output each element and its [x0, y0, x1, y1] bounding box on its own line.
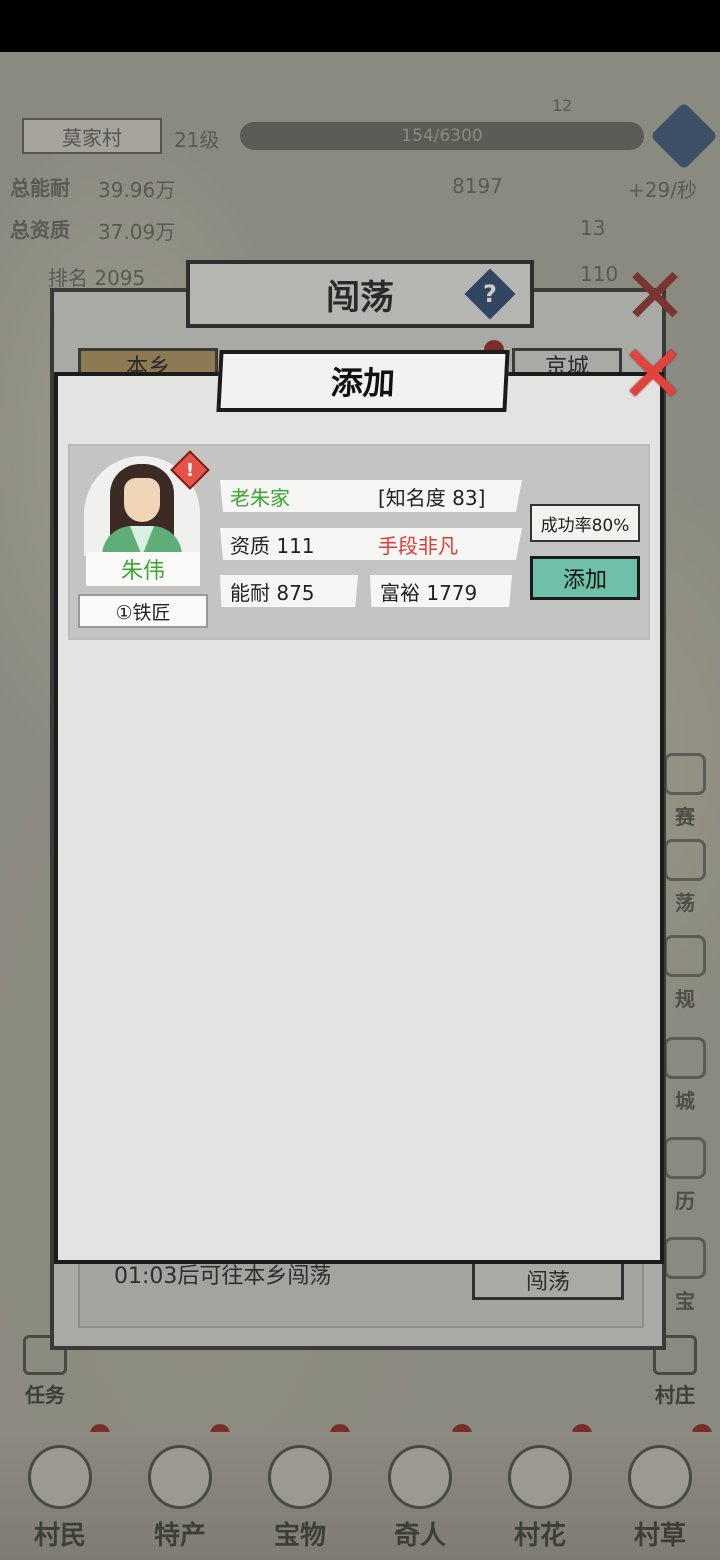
- resource-110: 110: [580, 262, 619, 286]
- side-icon: [664, 1137, 706, 1179]
- ability-value: 能耐 875: [230, 580, 315, 605]
- side-button-4[interactable]: 城: [658, 1004, 712, 1114]
- wealth-value: 富裕 1779: [380, 580, 478, 605]
- resource-13: 13: [580, 216, 606, 240]
- close-icon[interactable]: ✕: [618, 335, 688, 415]
- beau-icon: [628, 1445, 692, 1509]
- side-icon: [664, 935, 706, 977]
- nav-label: 村民: [33, 1521, 86, 1551]
- fame-value: [知名度 83]: [378, 485, 486, 510]
- success-rate: 成功率80%: [530, 504, 640, 542]
- belle-icon: [508, 1445, 572, 1509]
- nav-label: 宝物: [273, 1521, 326, 1551]
- nav-label: 奇人: [393, 1521, 446, 1551]
- panel-help-mark: ?: [483, 280, 497, 308]
- treasure-icon: [268, 1445, 332, 1509]
- nav-belle[interactable]: 村花: [485, 1445, 595, 1552]
- nav-specialty[interactable]: 特产: [125, 1445, 235, 1552]
- coin-rate: +29/秒: [628, 178, 697, 202]
- family-name: 老朱家: [230, 485, 290, 510]
- trait-value: 手段非凡: [378, 533, 458, 558]
- rank-text: 排名 2095: [48, 266, 146, 290]
- aptitude-row: 资质 111 手段非凡: [220, 528, 522, 560]
- ability-row: 能耐 875: [220, 575, 358, 607]
- villager-icon: [28, 1445, 92, 1509]
- avatar-face: [124, 478, 160, 522]
- specialty-icon: [148, 1445, 212, 1509]
- villager-name: 朱伟: [86, 552, 200, 586]
- map-badge: 12: [552, 96, 573, 115]
- stat2-label: 总资质: [10, 218, 70, 242]
- nav-treasure[interactable]: 宝物: [245, 1445, 355, 1552]
- village-level: 21级: [174, 128, 220, 152]
- nav-label: 村花: [513, 1521, 566, 1551]
- stat1-label: 总能耐: [10, 176, 70, 200]
- side-button-3[interactable]: 规: [658, 902, 712, 1012]
- outer-close-icon[interactable]: ✕: [622, 258, 688, 336]
- side-icon: [664, 1037, 706, 1079]
- side-button-5[interactable]: 历: [658, 1104, 712, 1214]
- exp-text: 154/6300: [401, 126, 483, 146]
- bottom-nav: 村民 特产 宝物 奇人 村花 村草: [0, 1432, 720, 1560]
- coin-count: 8197: [452, 174, 503, 198]
- dialog-title: 添加: [216, 350, 510, 412]
- nav-beau[interactable]: 村草: [605, 1445, 715, 1552]
- nav-villagers[interactable]: 村民: [5, 1445, 115, 1552]
- nav-label: 村草: [633, 1521, 686, 1551]
- family-row: 老朱家 [知名度 83]: [220, 480, 522, 512]
- side-button-6[interactable]: 宝: [658, 1204, 712, 1314]
- alert-mark: !: [185, 459, 195, 481]
- side-label: 宝: [675, 1289, 695, 1313]
- stat2-value: 37.09万: [98, 220, 176, 244]
- task-label: 任务: [25, 1383, 65, 1407]
- side-icon: [664, 753, 706, 795]
- side-icon: [664, 1237, 706, 1279]
- side-button-2[interactable]: 荡: [658, 806, 712, 916]
- exp-bar: 154/6300: [240, 122, 644, 150]
- status-bar: [0, 0, 720, 52]
- talent-icon: [388, 1445, 452, 1509]
- villager-job: ①铁匠: [78, 594, 208, 628]
- add-button[interactable]: 添加: [530, 556, 640, 600]
- stat1-value: 39.96万: [98, 178, 176, 202]
- village-label: 村庄: [655, 1383, 695, 1407]
- wealth-row: 富裕 1779: [370, 575, 512, 607]
- adventure-button[interactable]: 闯荡: [472, 1262, 624, 1300]
- nav-talent[interactable]: 奇人: [365, 1445, 475, 1552]
- aptitude-value: 资质 111: [230, 533, 315, 558]
- village-name: 莫家村: [22, 118, 162, 154]
- nav-label: 特产: [153, 1521, 206, 1551]
- side-icon: [664, 839, 706, 881]
